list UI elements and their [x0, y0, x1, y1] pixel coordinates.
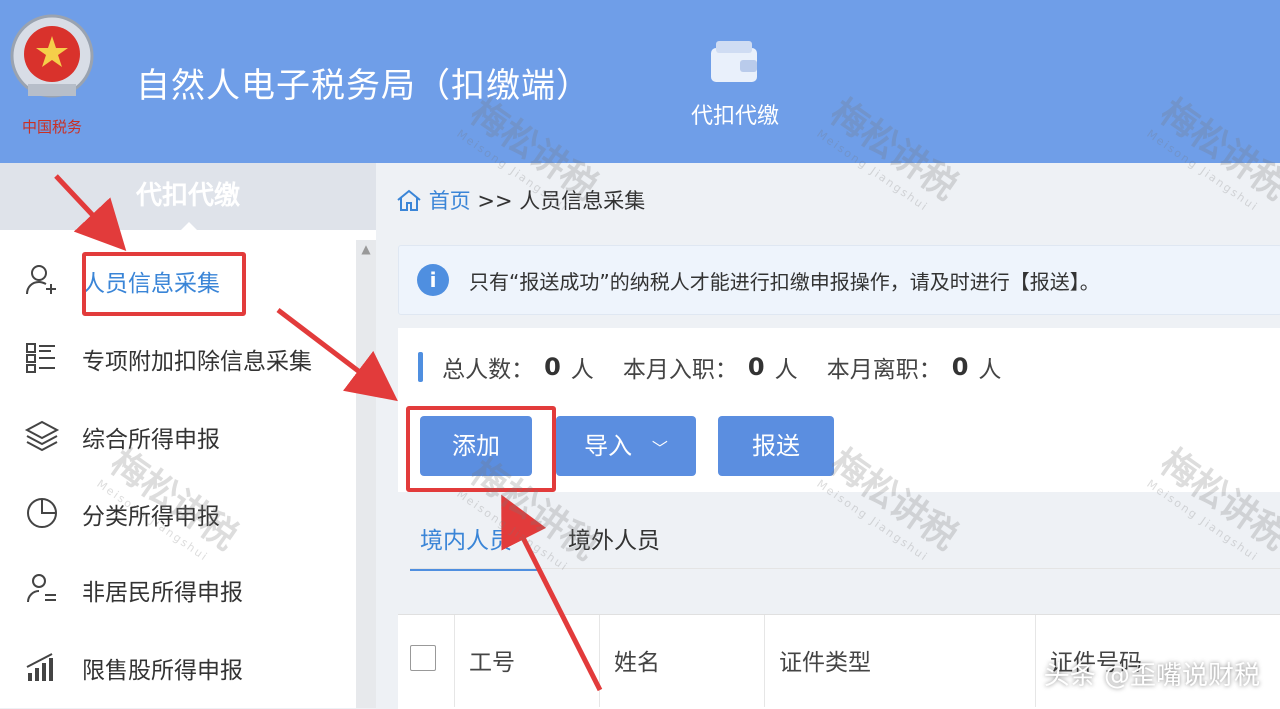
wallet-icon [711, 41, 757, 82]
select-all-cell [398, 615, 455, 707]
personnel-tabs: 境内人员 境外人员 [410, 518, 1280, 571]
breadcrumb-current: 人员信息采集 [519, 189, 646, 213]
sidebar: 代扣代缴 人员信息采集 专项附加扣除信息采集 综合所得申报 分类所得申报 非居民… [0, 163, 376, 708]
sidebar-item-label: 分类所得申报 [82, 504, 220, 530]
info-icon: i [417, 264, 449, 296]
total-unit: 人 [570, 357, 594, 383]
user-list-icon [27, 574, 56, 603]
sidebar-item-comprehensive-income[interactable]: 综合所得申报 [0, 406, 356, 466]
annotation-box-personnel [82, 252, 246, 316]
join-unit: 人 [774, 357, 798, 383]
tab-overseas[interactable]: 境外人员 [556, 518, 698, 569]
join-value: 0 [747, 353, 765, 381]
bar-chart-icon [26, 653, 53, 681]
annotation-box-add [406, 406, 556, 492]
sidebar-item-label: 综合所得申报 [82, 427, 220, 453]
notice-banner: i 只有“报送成功”的纳税人才能进行扣缴申报操作，请及时进行【报送】。 [398, 245, 1280, 315]
personnel-stats: 总人数： 0 人 本月入职： 0 人 本月离职： 0 人 [418, 350, 1002, 383]
sidebar-item-label: 非居民所得申报 [82, 580, 243, 606]
sidebar-notch [180, 222, 198, 231]
tab-domestic[interactable]: 境内人员 [410, 518, 538, 571]
layers-icon [24, 420, 60, 452]
submit-button[interactable]: 报送 [718, 416, 834, 476]
notice-text: 只有“报送成功”的纳税人才能进行扣缴申报操作，请及时进行【报送】。 [469, 270, 1100, 294]
import-dropdown-button[interactable]: 导入 ﹀ [556, 416, 696, 476]
add-user-icon [26, 265, 56, 295]
pie-chart-icon [27, 498, 57, 528]
leave-unit: 人 [978, 357, 1002, 383]
source-watermark-text: 头条 @歪嘴说财税 [1043, 661, 1260, 691]
sidebar-scrollbar[interactable]: ▲ [356, 240, 376, 708]
column-header-employee-no[interactable]: 工号 [455, 615, 600, 707]
sidebar-item-label: 限售股所得申报 [82, 658, 243, 684]
sidebar-item-label: 专项附加扣除信息采集 [82, 349, 312, 375]
tax-emblem-logo: 中国税务 [6, 10, 98, 140]
top-nav-label: 代扣代缴 [690, 104, 779, 129]
leave-label: 本月离职： [826, 357, 942, 383]
stats-accent-bar [418, 352, 423, 382]
import-label: 导入 [584, 432, 633, 460]
total-value: 0 [544, 353, 561, 381]
top-nav-withholding[interactable]: 代扣代缴 [680, 38, 790, 130]
breadcrumb-home[interactable]: 首页 [429, 189, 471, 213]
sidebar-item-special-deduction[interactable]: 专项附加扣除信息采集 [0, 328, 356, 388]
scroll-up-arrow-icon[interactable]: ▲ [356, 240, 376, 258]
chevron-down-icon: ﹀ [651, 439, 668, 458]
breadcrumb-separator: >> [477, 189, 513, 213]
list-icon [26, 343, 55, 373]
total-label: 总人数： [442, 357, 535, 383]
tabs-divider [410, 568, 1280, 569]
leave-value: 0 [951, 353, 969, 381]
sidebar-item-nonresident-income[interactable]: 非居民所得申报 [0, 559, 356, 619]
column-header-id-type[interactable]: 证件类型 [765, 615, 1036, 707]
breadcrumb: 首页 >> 人员信息采集 [396, 185, 645, 215]
sidebar-item-classified-income[interactable]: 分类所得申报 [0, 483, 356, 543]
join-label: 本月入职： [622, 357, 738, 383]
home-icon[interactable] [396, 188, 422, 212]
select-all-checkbox[interactable] [410, 645, 436, 671]
svg-text:中国税务: 中国税务 [22, 118, 82, 136]
sidebar-item-restricted-shares[interactable]: 限售股所得申报 [0, 637, 356, 697]
column-header-name[interactable]: 姓名 [600, 615, 765, 707]
app-title: 自然人电子税务局（扣缴端） [136, 66, 591, 106]
sidebar-title: 代扣代缴 [0, 163, 376, 230]
app-header: 中国税务 自然人电子税务局（扣缴端） 代扣代缴 [0, 0, 1280, 163]
